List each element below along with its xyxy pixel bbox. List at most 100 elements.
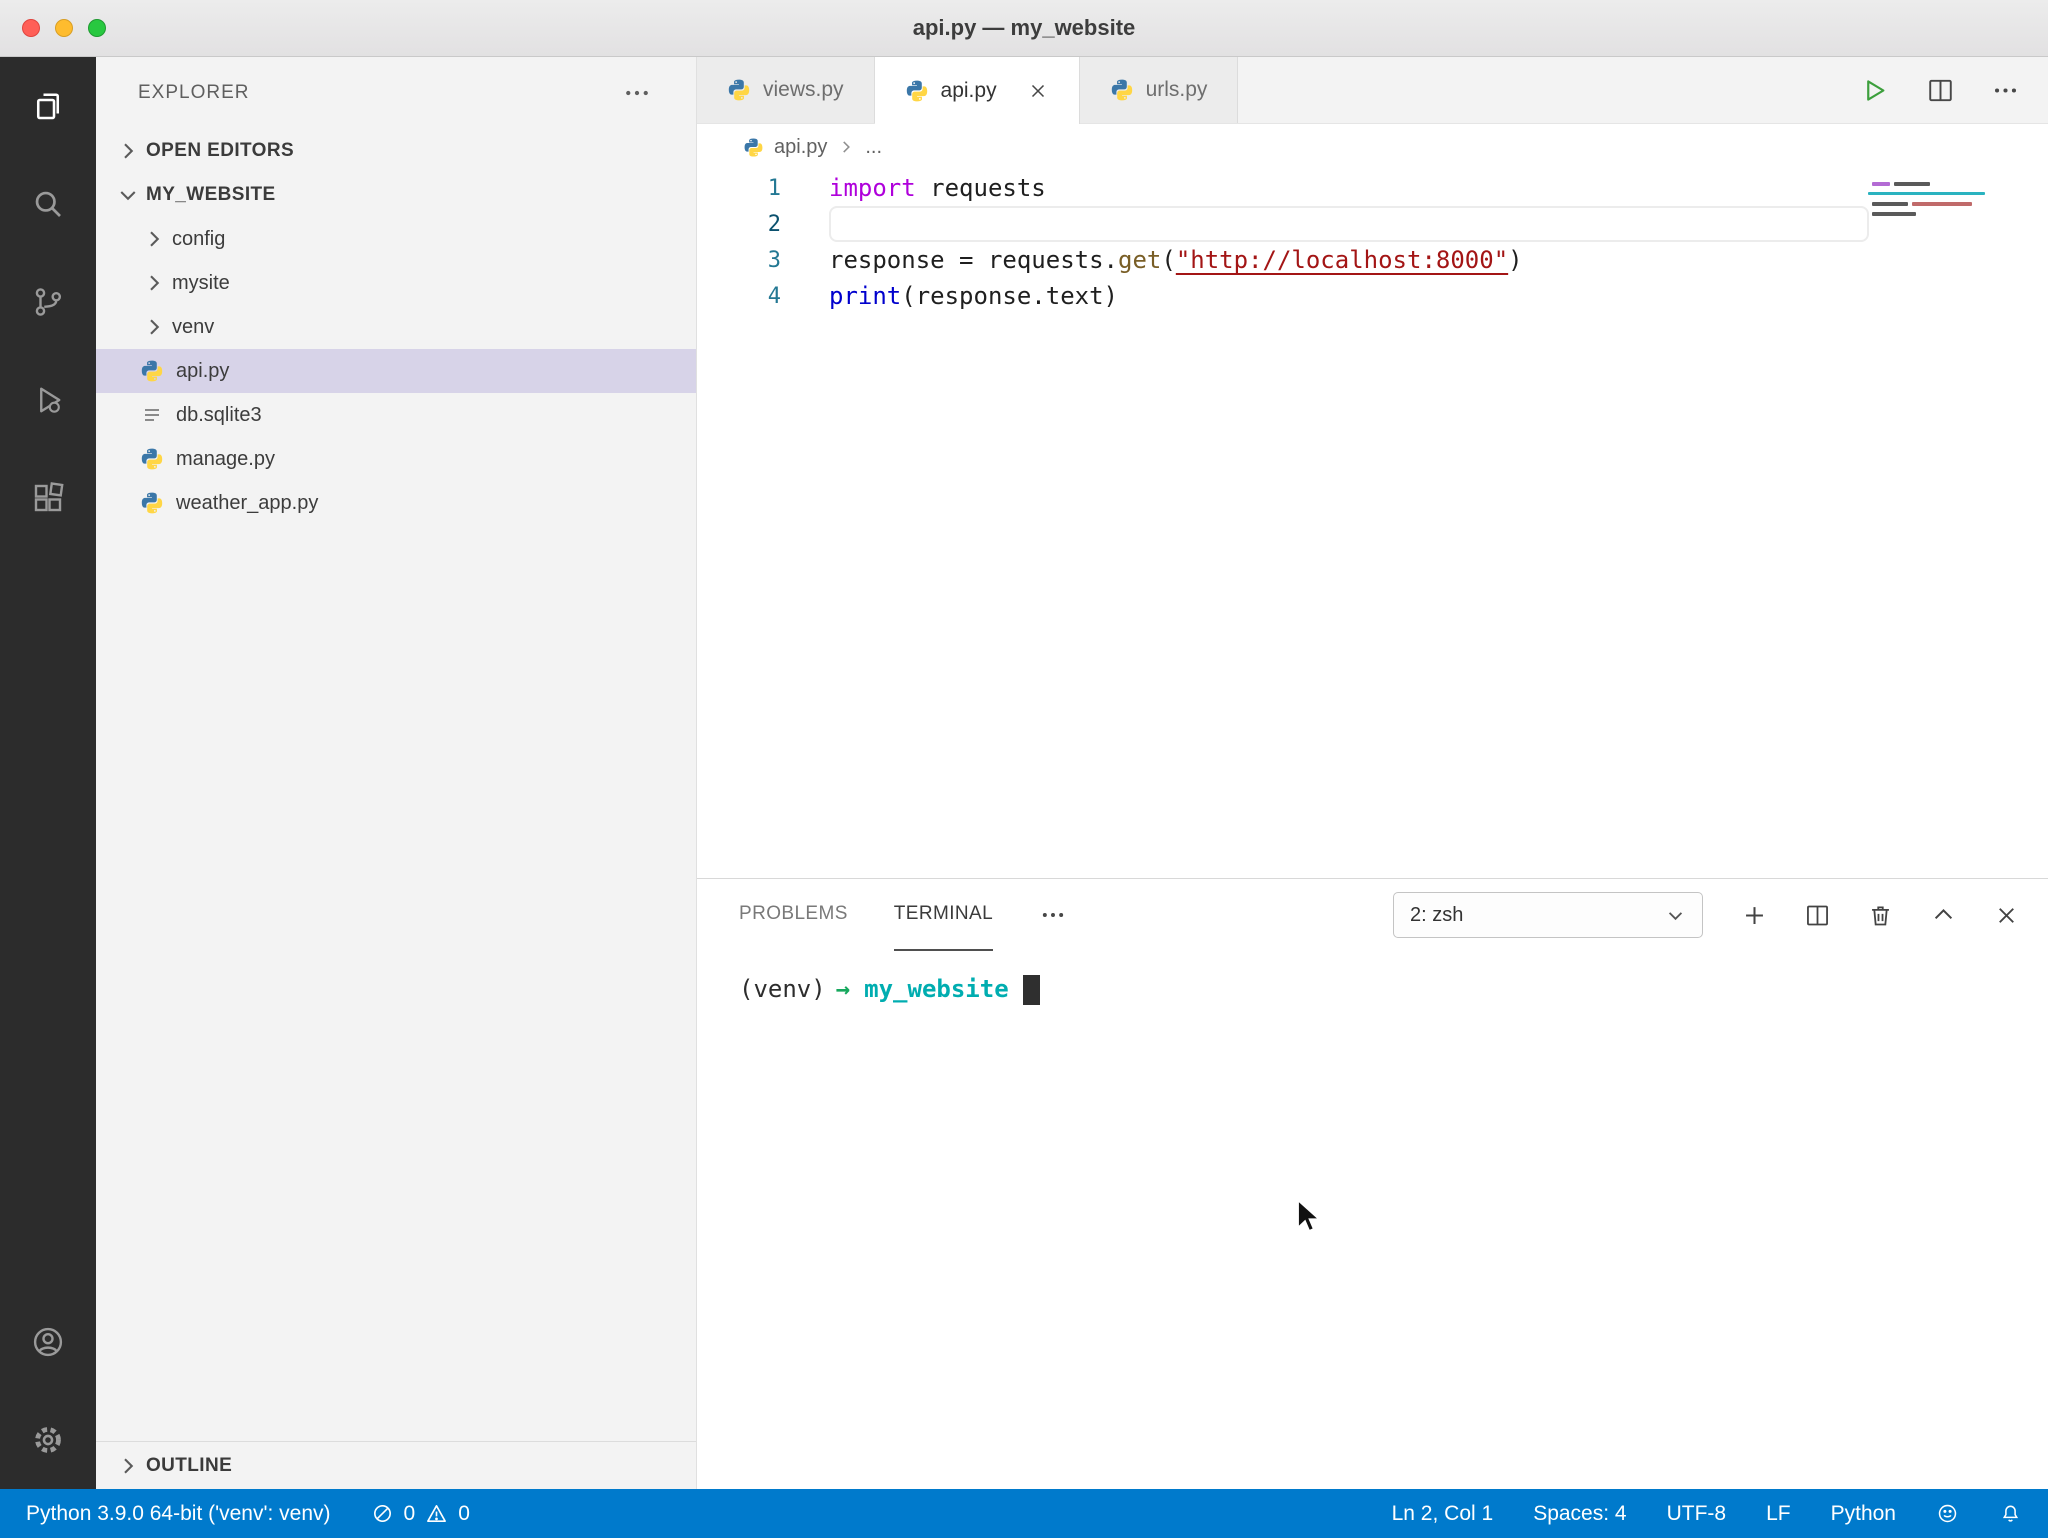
tree-item-api-py[interactable]: api.py xyxy=(96,349,696,393)
chevron-right-icon xyxy=(837,138,855,156)
code-line: 1 import requests xyxy=(697,170,2048,206)
activity-bar-top xyxy=(0,57,96,1293)
python-file-icon xyxy=(905,79,929,103)
chevron-down-icon xyxy=(116,183,140,207)
python-file-icon xyxy=(743,137,764,158)
traffic-lights xyxy=(22,0,106,56)
split-terminal-button[interactable] xyxy=(1804,902,1831,929)
vscode-window: api.py — my_website EXPLORER OPEN EDITOR… xyxy=(0,0,2048,1538)
activity-search[interactable] xyxy=(0,155,96,253)
panel-tab-terminal[interactable]: TERMINAL xyxy=(893,879,994,951)
run-python-file-button[interactable] xyxy=(1861,76,1890,105)
tab-label: urls.py xyxy=(1145,78,1208,101)
python-file-icon xyxy=(727,78,751,102)
extensions-icon xyxy=(30,480,66,516)
minimap[interactable] xyxy=(1868,178,1985,278)
workspace-root-label: MY_WEBSITE xyxy=(146,184,276,205)
chevron-right-icon xyxy=(116,1454,140,1478)
indentation-status[interactable]: Spaces: 4 xyxy=(1533,1502,1626,1526)
editor-actions xyxy=(1861,57,2048,123)
notifications-bell-icon[interactable] xyxy=(1999,1502,2022,1525)
terminal-cursor xyxy=(1022,975,1040,1005)
chevron-right-icon xyxy=(116,139,140,163)
tree-item-venv[interactable]: venv xyxy=(96,305,696,349)
panel-header: PROBLEMS TERMINAL 2: zsh xyxy=(697,879,2048,951)
terminal-venv: (venv) xyxy=(739,975,826,1003)
editor-more-actions-icon[interactable] xyxy=(1991,76,2020,105)
database-file-icon xyxy=(140,403,164,427)
chevron-right-icon xyxy=(142,315,166,339)
activity-settings[interactable] xyxy=(0,1391,96,1489)
tab-api-py[interactable]: api.py xyxy=(874,57,1080,124)
tab-label: views.py xyxy=(763,78,844,101)
problems-status[interactable]: 0 0 xyxy=(371,1502,470,1526)
maximize-panel-button[interactable] xyxy=(1930,902,1957,929)
run-debug-icon xyxy=(30,382,66,418)
git-branch-icon xyxy=(30,284,66,320)
current-line-highlight xyxy=(829,206,1869,242)
tree-item-mysite[interactable]: mysite xyxy=(96,261,696,305)
workspace-root-section[interactable]: MY_WEBSITE xyxy=(96,173,696,217)
panel-tab-problems[interactable]: PROBLEMS xyxy=(739,879,848,951)
tab-views-py[interactable]: views.py xyxy=(697,57,875,123)
explorer-more-actions-icon[interactable] xyxy=(622,78,652,108)
open-editors-label: OPEN EDITORS xyxy=(146,140,295,161)
kill-terminal-button[interactable] xyxy=(1867,902,1894,929)
close-panel-button[interactable] xyxy=(1993,902,2020,929)
account-icon xyxy=(30,1324,66,1360)
window-title: api.py — my_website xyxy=(912,15,1136,40)
terminal-content[interactable]: (venv) → my_website xyxy=(697,951,2048,1005)
feedback-smiley-icon[interactable] xyxy=(1936,1502,1959,1525)
mouse-cursor xyxy=(1288,1196,1328,1236)
explorer-sidebar: EXPLORER OPEN EDITORS MY_WEBSITE config … xyxy=(96,57,697,1489)
language-mode-status[interactable]: Python xyxy=(1831,1502,1896,1526)
breadcrumb: api.py ... xyxy=(697,124,2048,170)
tab-urls-py[interactable]: urls.py xyxy=(1079,57,1239,123)
activity-account[interactable] xyxy=(0,1293,96,1391)
tree-item-manage-py[interactable]: manage.py xyxy=(96,437,696,481)
terminal-prompt-arrow: → xyxy=(835,975,851,1003)
line-number: 3 xyxy=(767,247,781,273)
code-editor[interactable]: 1 import requests 2 3 response = request… xyxy=(697,170,2048,878)
python-file-icon xyxy=(140,447,164,471)
activity-source-control[interactable] xyxy=(0,253,96,351)
python-file-icon xyxy=(1110,78,1134,102)
tab-label: api.py xyxy=(940,78,997,102)
status-bar-left: Python 3.9.0 64-bit ('venv': venv) 0 0 xyxy=(26,1502,470,1526)
close-window-button[interactable] xyxy=(22,19,40,37)
outline-label: OUTLINE xyxy=(146,1454,233,1476)
breadcrumb-more[interactable]: ... xyxy=(865,136,882,159)
python-file-icon xyxy=(140,359,164,383)
warning-icon xyxy=(425,1502,448,1525)
minimize-window-button[interactable] xyxy=(55,19,73,37)
code-line: 2 xyxy=(697,206,2048,242)
open-editors-section[interactable]: OPEN EDITORS xyxy=(96,129,696,173)
tree-item-config[interactable]: config xyxy=(96,217,696,261)
activity-explorer[interactable] xyxy=(0,57,96,155)
chevron-right-icon xyxy=(142,271,166,295)
breadcrumb-file[interactable]: api.py xyxy=(774,136,827,159)
tree-item-weather-app-py[interactable]: weather_app.py xyxy=(96,481,696,525)
status-bar: Python 3.9.0 64-bit ('venv': venv) 0 0 L… xyxy=(0,1489,2048,1538)
activity-extensions[interactable] xyxy=(0,449,96,547)
url-string: "http://localhost:8000" xyxy=(1175,246,1509,274)
zoom-window-button[interactable] xyxy=(88,19,106,37)
panel-actions: 2: zsh xyxy=(1393,892,2020,938)
chevron-down-icon xyxy=(1665,905,1686,926)
close-tab-icon[interactable] xyxy=(1027,80,1049,102)
new-terminal-button[interactable] xyxy=(1741,902,1768,929)
python-interpreter-status[interactable]: Python 3.9.0 64-bit ('venv': venv) xyxy=(26,1502,331,1526)
tree-item-db-sqlite3[interactable]: db.sqlite3 xyxy=(96,393,696,437)
eol-status[interactable]: LF xyxy=(1766,1502,1791,1526)
outline-section[interactable]: OUTLINE xyxy=(96,1441,696,1489)
status-bar-right: Ln 2, Col 1 Spaces: 4 UTF-8 LF Python xyxy=(1392,1502,2022,1526)
panel-more-actions-icon[interactable] xyxy=(1039,901,1067,929)
chevron-right-icon xyxy=(142,227,166,251)
split-editor-button[interactable] xyxy=(1926,76,1955,105)
titlebar[interactable]: api.py — my_website xyxy=(0,0,2048,57)
terminal-shell-select[interactable]: 2: zsh xyxy=(1393,892,1703,938)
tab-bar: views.py api.py urls.py xyxy=(697,57,2048,124)
encoding-status[interactable]: UTF-8 xyxy=(1667,1502,1727,1526)
cursor-position-status[interactable]: Ln 2, Col 1 xyxy=(1392,1502,1494,1526)
activity-run-debug[interactable] xyxy=(0,351,96,449)
